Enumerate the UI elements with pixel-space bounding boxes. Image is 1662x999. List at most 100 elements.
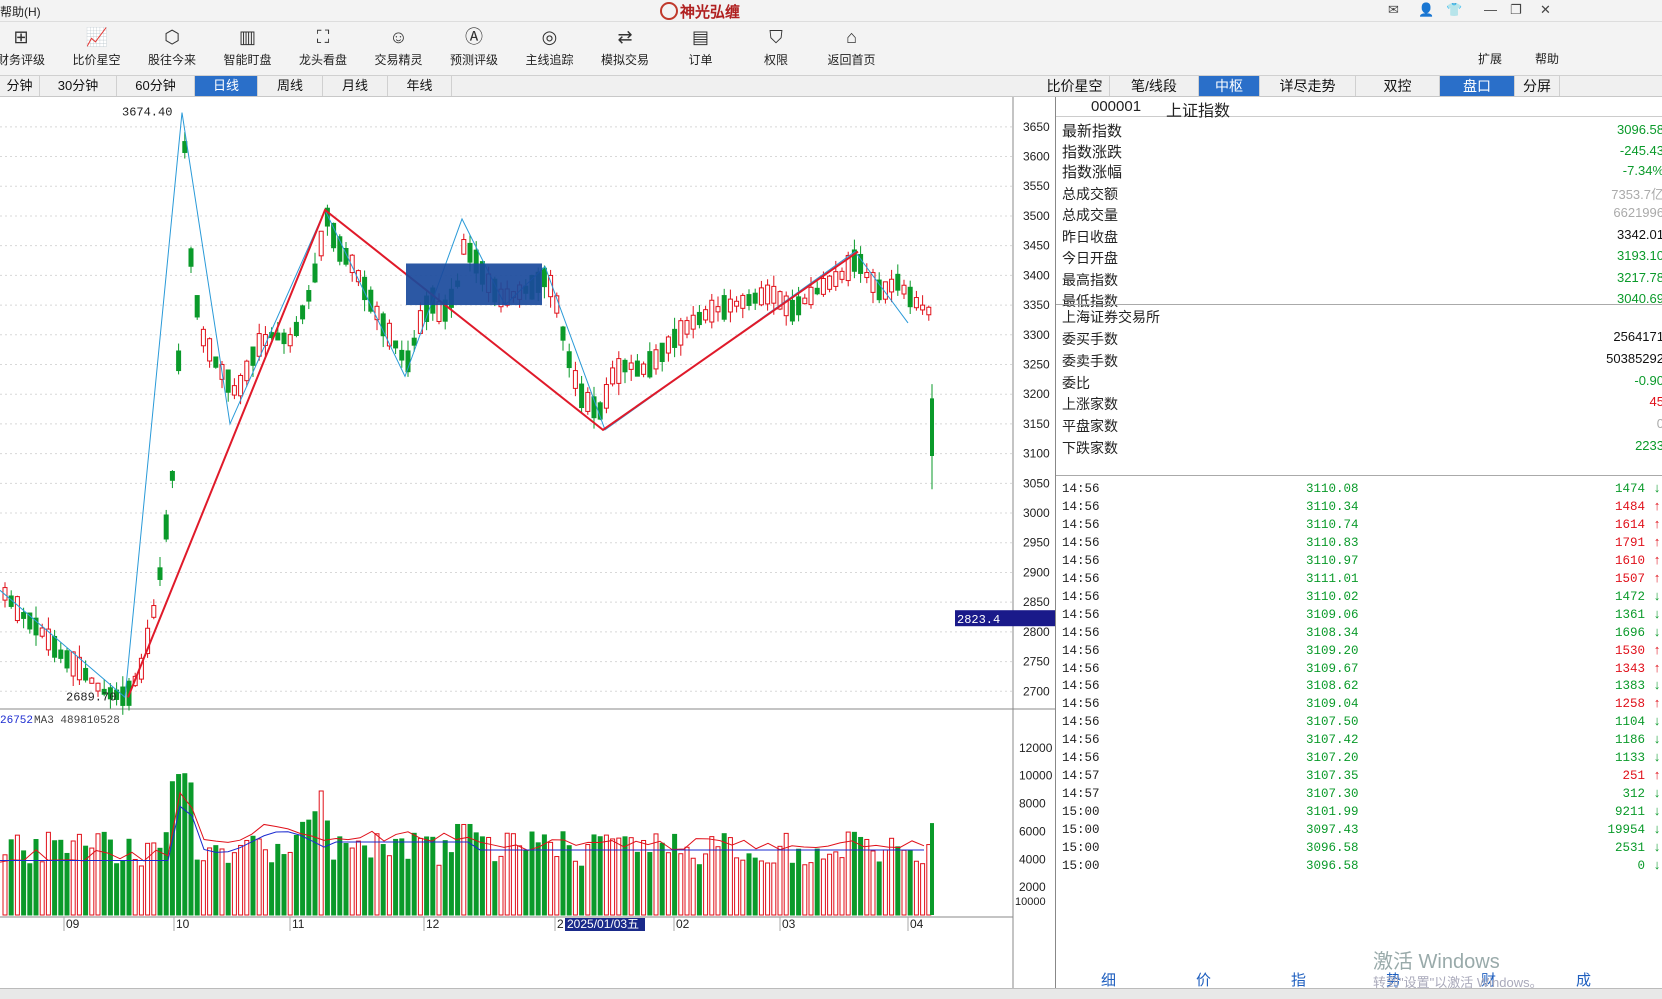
toolbar-monitor-button[interactable]: ▥ 智能盯盘 [212, 26, 284, 68]
panel-tab[interactable]: 细 [1101, 969, 1116, 990]
volume-bar [275, 843, 281, 916]
period-tab[interactable]: 分钟 [0, 76, 40, 96]
x-tick-label: 2 [557, 917, 564, 931]
period-tab[interactable]: 30分钟 [40, 76, 117, 96]
candle [696, 311, 702, 326]
toolbar-compare-chart-button[interactable]: 📈 比价星空 [61, 26, 133, 68]
volume-bar [479, 836, 485, 916]
price-tick-label: 3500 [1023, 209, 1050, 223]
right-tab[interactable]: 比价星空 [1040, 76, 1110, 96]
right-tab[interactable]: 笔/线段 [1110, 76, 1199, 96]
help-button[interactable]: 帮助 [1535, 50, 1559, 67]
volume-bar [455, 823, 461, 916]
tick-price: 3110.02 [1306, 589, 1359, 604]
arrow-down-icon: ↓ [1653, 857, 1661, 873]
right-tab[interactable]: 中枢 [1199, 76, 1260, 96]
volume-bar [752, 857, 758, 916]
arrow-up-icon: ↑ [1653, 498, 1661, 514]
volume-bar [213, 845, 219, 916]
arrow-down-icon: ↓ [1653, 481, 1661, 496]
tick-time: 14:56 [1062, 517, 1100, 532]
toolbar-robot-button[interactable]: ☺ 交易精灵 [363, 26, 435, 68]
user-icon[interactable]: 👤 [1418, 2, 1434, 18]
volume-bar [76, 833, 82, 916]
panel-tab[interactable]: 成 [1576, 969, 1591, 990]
period-tab[interactable]: 60分钟 [117, 76, 195, 96]
panel-tab[interactable]: 指 [1291, 969, 1306, 990]
volume-bar [765, 862, 771, 916]
tick-row: 15:00 3096.58 2531 ↓ [1056, 839, 1662, 858]
toolbar-shield-button[interactable]: ⛉ 权限 [740, 26, 812, 68]
tick-volume: 1361 [1614, 607, 1645, 622]
shirt-icon[interactable]: 👕 [1446, 2, 1462, 18]
kline-chart[interactable]: 2700 2750 2800 2850 2900 2950 3000 3050 3100 3150… [0, 97, 1055, 988]
toolbar-home-button[interactable]: ⌂ 返回首页 [816, 26, 888, 68]
tick-price: 3109.20 [1306, 643, 1359, 658]
tick-volume: 19954 [1607, 823, 1645, 838]
toolbar-target-button[interactable]: ◎ 主线追踪 [514, 26, 586, 68]
bottom-tabs: 细价指势财成 [1056, 966, 1662, 990]
candle [151, 605, 157, 618]
period-tab[interactable]: 月线 [323, 76, 388, 96]
volume-bar [678, 853, 684, 916]
arrow-down-icon: ↓ [1653, 786, 1661, 802]
toolbar-cube-button[interactable]: ⬡ 股往今来 [136, 26, 208, 68]
candle [293, 321, 299, 337]
tick-price: 3110.74 [1306, 517, 1359, 532]
candle [312, 263, 318, 283]
tick-price: 3108.62 [1306, 679, 1359, 694]
volume-bar [281, 854, 287, 916]
volume-bar [231, 852, 237, 916]
arrow-down-icon: ↓ [1653, 606, 1661, 622]
toolbar-ai-button[interactable]: Ⓐ 预测评级 [438, 26, 510, 68]
toolbar-leader-button[interactable]: ⛶ 龙头看盘 [287, 26, 359, 68]
volume-bar [696, 864, 702, 916]
period-tab[interactable]: 周线 [258, 76, 323, 96]
candle [207, 338, 213, 362]
restore-icon[interactable]: ❐ [1510, 2, 1522, 18]
x-tick-label: 10 [176, 917, 190, 931]
quote-label: 最新指数 [1062, 123, 1123, 140]
volume-bar [789, 862, 795, 916]
right-tab[interactable]: 详尽走势 [1260, 76, 1356, 96]
tick-time: 14:56 [1062, 499, 1100, 514]
help-menu[interactable]: 帮助(H) [0, 3, 41, 20]
panel-tab[interactable]: 价 [1196, 969, 1211, 990]
volume-bar [721, 833, 727, 916]
tick-time: 14:56 [1062, 535, 1100, 550]
candle [89, 677, 95, 684]
quote-label: 今日开盘 [1062, 250, 1118, 266]
period-tab[interactable]: 日线 [195, 76, 258, 96]
volume-bar [634, 851, 640, 916]
target-icon: ◎ [541, 27, 558, 47]
tick-volume: 1133 [1614, 751, 1645, 766]
tick-row: 14:56 3111.01 1507 ↑ [1056, 570, 1662, 589]
minimize-icon[interactable]: — [1484, 2, 1497, 17]
volume-bar [907, 850, 913, 916]
candle [467, 242, 473, 263]
close-icon[interactable]: ✕ [1540, 2, 1551, 18]
right-tab[interactable]: 分屏 [1515, 76, 1560, 96]
right-tab[interactable]: 盘口 [1440, 76, 1515, 96]
expand-button[interactable]: 扩展 [1478, 50, 1502, 67]
toolbar-simulate-button[interactable]: ⇄ 模拟交易 [589, 26, 661, 68]
volume-bar [796, 848, 802, 916]
mail-icon[interactable]: ✉ [1388, 2, 1399, 18]
tick-time: 15:00 [1062, 805, 1100, 820]
tick-volume: 1186 [1614, 733, 1645, 748]
tick-volume: 1610 [1614, 553, 1645, 568]
toolbar-finance-rating-button[interactable]: ⊞ 财务评级 [0, 26, 57, 68]
toolbar-order-button[interactable]: ▤ 订单 [665, 26, 737, 68]
period-tab[interactable]: 年线 [388, 76, 452, 96]
candle [399, 349, 405, 361]
volume-bar [331, 859, 337, 916]
exchange-row-label: 上涨家数 [1062, 396, 1118, 413]
right-tab[interactable]: 双控 [1356, 76, 1440, 96]
price-tick-label: 3000 [1023, 506, 1050, 520]
quote-value: 3217.78 [1617, 269, 1662, 285]
volume-bar [517, 845, 523, 916]
volume-bar [380, 844, 386, 916]
tick-volume: 2531 [1614, 841, 1645, 855]
candle [827, 275, 833, 290]
price-tick-label: 3050 [1023, 476, 1050, 490]
